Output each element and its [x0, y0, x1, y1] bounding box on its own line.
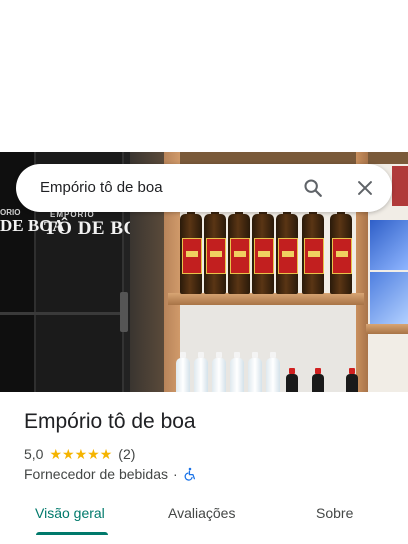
star-rating: ★ ★ ★ ★ ★	[49, 447, 112, 461]
review-count[interactable]: (2)	[118, 446, 135, 462]
tab-sobre[interactable]: Sobre	[316, 505, 353, 521]
star-icon: ★	[62, 446, 75, 462]
top-blank-area	[0, 0, 408, 152]
bottle	[276, 186, 298, 294]
bottle	[228, 186, 250, 294]
bottle	[302, 186, 324, 294]
star-icon: ★	[49, 446, 63, 462]
search-bar[interactable]: Empório tô de boa	[16, 164, 392, 212]
active-tab-indicator	[36, 532, 108, 535]
rating-value: 5,0	[24, 446, 44, 462]
bottle	[252, 186, 274, 294]
tab-avaliacoes[interactable]: Avaliações	[168, 505, 235, 521]
search-icon[interactable]	[302, 177, 324, 199]
close-icon[interactable]	[354, 177, 376, 199]
star-icon: ★	[99, 446, 113, 462]
bottle	[204, 186, 226, 294]
wheelchair-icon[interactable]	[183, 467, 197, 481]
tab-visao-geral[interactable]: Visão geral	[35, 505, 105, 521]
bottle	[180, 186, 202, 294]
category-label: Fornecedor de bebidas	[24, 466, 168, 482]
star-icon: ★	[87, 446, 100, 462]
category-row: Fornecedor de bebidas ·	[24, 465, 197, 483]
tab-bar: Visão geral Avaliações Sobre	[0, 496, 408, 536]
separator-dot: ·	[173, 466, 178, 482]
rating-row[interactable]: 5,0 ★ ★ ★ ★ ★ (2)	[24, 445, 135, 463]
search-query-text[interactable]: Empório tô de boa	[40, 179, 163, 196]
star-icon: ★	[74, 446, 88, 462]
bottle	[330, 186, 352, 294]
place-title: Empório tô de boa	[24, 410, 196, 433]
